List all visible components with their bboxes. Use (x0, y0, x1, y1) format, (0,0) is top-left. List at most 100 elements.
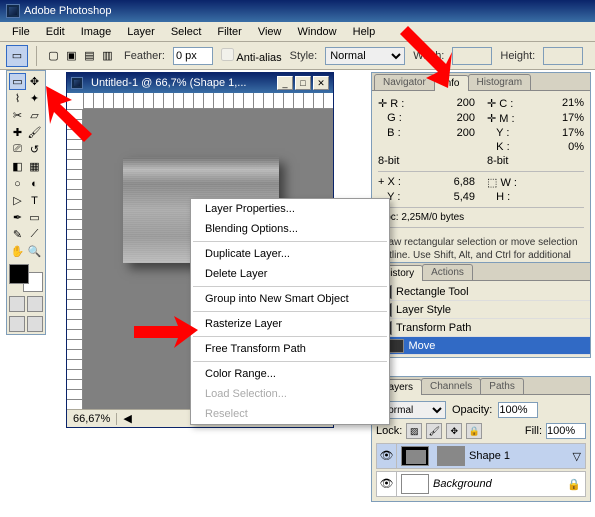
ctx-color-range[interactable]: Color Range... (191, 364, 389, 384)
sel-mode-new[interactable]: ▢ (45, 47, 62, 64)
ctx-group-smart-object[interactable]: Group into New Smart Object (191, 289, 389, 309)
ctx-load-selection: Load Selection... (191, 384, 389, 404)
history-row[interactable]: Rectangle Tool (372, 283, 590, 301)
dodge-tool[interactable]: ◐ (26, 175, 43, 192)
eyedrop-tool[interactable]: ⟋ (26, 226, 43, 243)
menu-file[interactable]: File (4, 24, 38, 40)
stamp-tool[interactable]: ⎚ (9, 141, 26, 158)
fg-color[interactable] (9, 264, 29, 284)
quickmask-mode[interactable] (27, 296, 43, 312)
crop-tool[interactable]: ✂ (9, 107, 26, 124)
ctx-rasterize-layer[interactable]: Rasterize Layer (191, 314, 389, 334)
style-label: Style: (290, 50, 318, 62)
tab-paths[interactable]: Paths (480, 378, 524, 394)
visibility-icon[interactable]: 👁 (377, 444, 397, 468)
slice-tool[interactable]: ▱ (26, 107, 43, 124)
info-b: 200 (457, 127, 475, 139)
screen-mode-1[interactable] (9, 316, 25, 332)
sel-mode-int[interactable]: ▥ (99, 47, 116, 64)
options-bar: ▭ ▢ ▣ ▤ ▥ Feather: Anti-alias Style: Nor… (0, 42, 595, 70)
lasso-tool[interactable]: ⌇ (9, 90, 26, 107)
tab-info[interactable]: Info (434, 75, 469, 91)
path-tool[interactable]: ▷ (9, 192, 26, 209)
menu-help[interactable]: Help (345, 24, 384, 40)
layers-panel: Layers Channels Paths Normal Opacity: Lo… (371, 376, 591, 502)
history-row[interactable]: Layer Style (372, 301, 590, 319)
layer-row[interactable]: 👁 Shape 1 ▽ (376, 443, 586, 469)
menu-edit[interactable]: Edit (38, 24, 73, 40)
anti-alias-checkbox (221, 48, 234, 61)
ctx-reselect: Reselect (191, 404, 389, 424)
sel-mode-sub[interactable]: ▤ (81, 47, 98, 64)
marquee-tool[interactable]: ▭ (9, 73, 26, 90)
tab-histogram[interactable]: Histogram (468, 74, 532, 90)
tab-actions[interactable]: Actions (422, 264, 473, 280)
ctx-duplicate-layer[interactable]: Duplicate Layer... (191, 244, 389, 264)
height-input (543, 47, 583, 65)
brush-tool[interactable]: 🖌 (26, 124, 43, 141)
tab-navigator[interactable]: Navigator (374, 74, 435, 90)
toolbox-panel: ▭ ✥ ⌇ ✦ ✂ ▱ ✚ 🖌 ⎚ ↺ ◧ ▦ ○ ◐ ▷ T ✒ ▭ ✎ ⟋ … (6, 70, 46, 335)
info-m: 17% (562, 112, 584, 125)
menu-view[interactable]: View (250, 24, 290, 40)
app-title: Adobe Photoshop (24, 5, 111, 17)
ctx-layer-properties[interactable]: Layer Properties... (191, 199, 389, 219)
info-c: 21% (562, 97, 584, 110)
feather-label: Feather: (124, 50, 165, 62)
blur-tool[interactable]: ○ (9, 175, 26, 192)
heal-tool[interactable]: ✚ (9, 124, 26, 141)
screen-mode-2[interactable] (27, 316, 43, 332)
menu-window[interactable]: Window (290, 24, 345, 40)
type-tool[interactable]: T (26, 192, 43, 209)
close-button[interactable]: ✕ (313, 76, 329, 90)
lock-pixels[interactable]: 🖌 (426, 423, 442, 439)
pen-tool[interactable]: ✒ (9, 209, 26, 226)
ruler-vertical (67, 109, 83, 409)
hand-tool[interactable]: ✋ (9, 243, 26, 260)
lock-all[interactable]: 🔒 (466, 423, 482, 439)
height-label: Height: (500, 50, 535, 62)
move-tool[interactable]: ✥ (26, 73, 43, 90)
lock-position[interactable]: ✥ (446, 423, 462, 439)
eraser-tool[interactable]: ◧ (9, 158, 26, 175)
menu-filter[interactable]: Filter (209, 24, 249, 40)
layer-fx-icon[interactable]: ▽ (573, 450, 581, 463)
history-row[interactable]: ▶Move (372, 337, 590, 355)
style-select[interactable]: Normal (325, 47, 405, 65)
zoom-tool[interactable]: 🔍 (26, 243, 43, 260)
zoom-level[interactable]: 66,67% (73, 413, 110, 425)
layer-name[interactable]: Background (433, 478, 492, 490)
opacity-input[interactable] (498, 402, 538, 418)
history-row[interactable]: Transform Path (372, 319, 590, 337)
notes-tool[interactable]: ✎ (9, 226, 26, 243)
doc-size: Doc: 2,25M/0 bytes (378, 212, 584, 223)
ctx-free-transform-path[interactable]: Free Transform Path (191, 339, 389, 359)
sel-mode-add[interactable]: ▣ (63, 47, 80, 64)
history-brush-tool[interactable]: ↺ (26, 141, 43, 158)
layer-name[interactable]: Shape 1 (469, 450, 510, 462)
maximize-button[interactable]: □ (295, 76, 311, 90)
shape-tool[interactable]: ▭ (26, 209, 43, 226)
wand-tool[interactable]: ✦ (26, 90, 43, 107)
tab-channels[interactable]: Channels (421, 378, 481, 394)
visibility-icon[interactable]: 👁 (377, 472, 397, 496)
lock-transparency[interactable]: ▨ (406, 423, 422, 439)
ctx-blending-options[interactable]: Blending Options... (191, 219, 389, 239)
minimize-button[interactable]: _ (277, 76, 293, 90)
ctx-delete-layer[interactable]: Delete Layer (191, 264, 389, 284)
fill-input[interactable] (546, 423, 586, 439)
layer-row[interactable]: 👁 Background 🔒 (376, 471, 586, 497)
menu-select[interactable]: Select (163, 24, 210, 40)
context-menu: Layer Properties... Blending Options... … (190, 198, 390, 425)
gradient-tool[interactable]: ▦ (26, 158, 43, 175)
scroll-left-icon[interactable]: ◀ (123, 412, 131, 425)
menu-bar: File Edit Image Layer Select Filter View… (0, 22, 595, 42)
info-y: 17% (562, 127, 584, 139)
doc-icon (71, 77, 83, 89)
feather-input[interactable] (173, 47, 213, 65)
color-swatch[interactable] (9, 264, 43, 292)
current-tool-icon[interactable]: ▭ (6, 45, 28, 67)
menu-layer[interactable]: Layer (119, 24, 163, 40)
standard-mode[interactable] (9, 296, 25, 312)
menu-image[interactable]: Image (73, 24, 120, 40)
